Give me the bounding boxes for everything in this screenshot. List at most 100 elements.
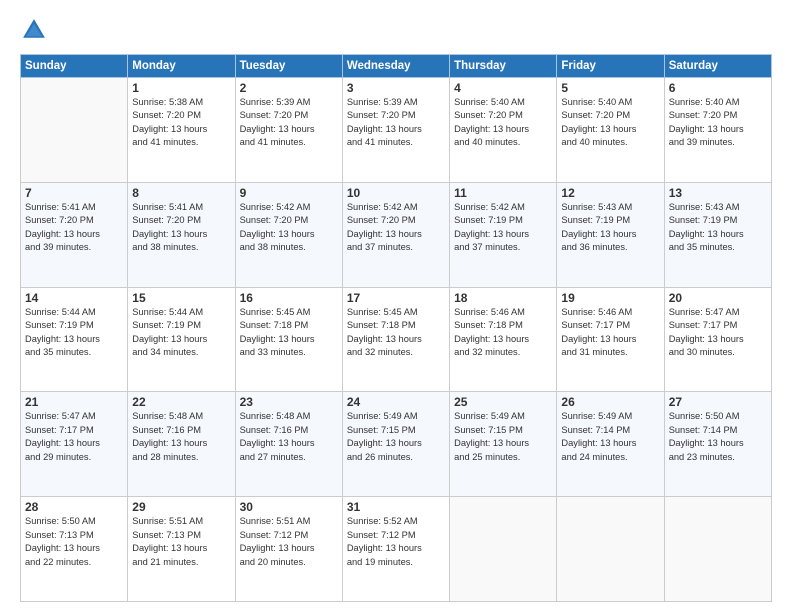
day-number: 22 — [132, 395, 230, 409]
cell-info: Sunrise: 5:46 AM Sunset: 7:17 PM Dayligh… — [561, 306, 659, 360]
col-header-saturday: Saturday — [664, 55, 771, 78]
day-number: 16 — [240, 291, 338, 305]
cell-info: Sunrise: 5:44 AM Sunset: 7:19 PM Dayligh… — [25, 306, 123, 360]
calendar-cell: 31Sunrise: 5:52 AM Sunset: 7:12 PM Dayli… — [342, 497, 449, 602]
day-number: 21 — [25, 395, 123, 409]
day-number: 27 — [669, 395, 767, 409]
cell-info: Sunrise: 5:51 AM Sunset: 7:12 PM Dayligh… — [240, 515, 338, 569]
cell-info: Sunrise: 5:47 AM Sunset: 7:17 PM Dayligh… — [669, 306, 767, 360]
calendar-cell: 27Sunrise: 5:50 AM Sunset: 7:14 PM Dayli… — [664, 392, 771, 497]
page: SundayMondayTuesdayWednesdayThursdayFrid… — [0, 0, 792, 612]
calendar-cell: 7Sunrise: 5:41 AM Sunset: 7:20 PM Daylig… — [21, 182, 128, 287]
day-number: 15 — [132, 291, 230, 305]
day-number: 31 — [347, 500, 445, 514]
calendar-cell: 5Sunrise: 5:40 AM Sunset: 7:20 PM Daylig… — [557, 78, 664, 183]
day-number: 11 — [454, 186, 552, 200]
day-number: 29 — [132, 500, 230, 514]
cell-info: Sunrise: 5:52 AM Sunset: 7:12 PM Dayligh… — [347, 515, 445, 569]
day-number: 5 — [561, 81, 659, 95]
calendar-cell: 16Sunrise: 5:45 AM Sunset: 7:18 PM Dayli… — [235, 287, 342, 392]
day-number: 10 — [347, 186, 445, 200]
cell-info: Sunrise: 5:48 AM Sunset: 7:16 PM Dayligh… — [132, 410, 230, 464]
cell-info: Sunrise: 5:48 AM Sunset: 7:16 PM Dayligh… — [240, 410, 338, 464]
calendar-cell: 19Sunrise: 5:46 AM Sunset: 7:17 PM Dayli… — [557, 287, 664, 392]
calendar-cell: 22Sunrise: 5:48 AM Sunset: 7:16 PM Dayli… — [128, 392, 235, 497]
cell-info: Sunrise: 5:46 AM Sunset: 7:18 PM Dayligh… — [454, 306, 552, 360]
cell-info: Sunrise: 5:40 AM Sunset: 7:20 PM Dayligh… — [454, 96, 552, 150]
calendar-cell — [21, 78, 128, 183]
week-row-1: 1Sunrise: 5:38 AM Sunset: 7:20 PM Daylig… — [21, 78, 772, 183]
header — [20, 16, 772, 44]
col-header-sunday: Sunday — [21, 55, 128, 78]
cell-info: Sunrise: 5:39 AM Sunset: 7:20 PM Dayligh… — [240, 96, 338, 150]
col-header-friday: Friday — [557, 55, 664, 78]
calendar-cell: 26Sunrise: 5:49 AM Sunset: 7:14 PM Dayli… — [557, 392, 664, 497]
calendar-cell: 14Sunrise: 5:44 AM Sunset: 7:19 PM Dayli… — [21, 287, 128, 392]
day-number: 20 — [669, 291, 767, 305]
calendar-cell: 15Sunrise: 5:44 AM Sunset: 7:19 PM Dayli… — [128, 287, 235, 392]
cell-info: Sunrise: 5:41 AM Sunset: 7:20 PM Dayligh… — [25, 201, 123, 255]
calendar-cell — [450, 497, 557, 602]
day-number: 18 — [454, 291, 552, 305]
week-row-4: 21Sunrise: 5:47 AM Sunset: 7:17 PM Dayli… — [21, 392, 772, 497]
calendar-cell: 18Sunrise: 5:46 AM Sunset: 7:18 PM Dayli… — [450, 287, 557, 392]
calendar-cell: 10Sunrise: 5:42 AM Sunset: 7:20 PM Dayli… — [342, 182, 449, 287]
day-number: 14 — [25, 291, 123, 305]
day-number: 19 — [561, 291, 659, 305]
col-header-wednesday: Wednesday — [342, 55, 449, 78]
day-number: 6 — [669, 81, 767, 95]
day-number: 28 — [25, 500, 123, 514]
cell-info: Sunrise: 5:42 AM Sunset: 7:20 PM Dayligh… — [240, 201, 338, 255]
cell-info: Sunrise: 5:49 AM Sunset: 7:15 PM Dayligh… — [454, 410, 552, 464]
day-number: 9 — [240, 186, 338, 200]
cell-info: Sunrise: 5:43 AM Sunset: 7:19 PM Dayligh… — [561, 201, 659, 255]
calendar-header-row: SundayMondayTuesdayWednesdayThursdayFrid… — [21, 55, 772, 78]
cell-info: Sunrise: 5:47 AM Sunset: 7:17 PM Dayligh… — [25, 410, 123, 464]
cell-info: Sunrise: 5:50 AM Sunset: 7:13 PM Dayligh… — [25, 515, 123, 569]
calendar-cell — [664, 497, 771, 602]
calendar-cell: 29Sunrise: 5:51 AM Sunset: 7:13 PM Dayli… — [128, 497, 235, 602]
day-number: 30 — [240, 500, 338, 514]
day-number: 25 — [454, 395, 552, 409]
cell-info: Sunrise: 5:49 AM Sunset: 7:15 PM Dayligh… — [347, 410, 445, 464]
cell-info: Sunrise: 5:45 AM Sunset: 7:18 PM Dayligh… — [347, 306, 445, 360]
day-number: 12 — [561, 186, 659, 200]
calendar-cell: 21Sunrise: 5:47 AM Sunset: 7:17 PM Dayli… — [21, 392, 128, 497]
calendar-cell: 30Sunrise: 5:51 AM Sunset: 7:12 PM Dayli… — [235, 497, 342, 602]
calendar-cell: 1Sunrise: 5:38 AM Sunset: 7:20 PM Daylig… — [128, 78, 235, 183]
calendar-cell: 8Sunrise: 5:41 AM Sunset: 7:20 PM Daylig… — [128, 182, 235, 287]
calendar-cell: 4Sunrise: 5:40 AM Sunset: 7:20 PM Daylig… — [450, 78, 557, 183]
col-header-monday: Monday — [128, 55, 235, 78]
day-number: 3 — [347, 81, 445, 95]
day-number: 24 — [347, 395, 445, 409]
day-number: 1 — [132, 81, 230, 95]
col-header-tuesday: Tuesday — [235, 55, 342, 78]
day-number: 2 — [240, 81, 338, 95]
cell-info: Sunrise: 5:42 AM Sunset: 7:20 PM Dayligh… — [347, 201, 445, 255]
cell-info: Sunrise: 5:38 AM Sunset: 7:20 PM Dayligh… — [132, 96, 230, 150]
week-row-5: 28Sunrise: 5:50 AM Sunset: 7:13 PM Dayli… — [21, 497, 772, 602]
cell-info: Sunrise: 5:51 AM Sunset: 7:13 PM Dayligh… — [132, 515, 230, 569]
cell-info: Sunrise: 5:44 AM Sunset: 7:19 PM Dayligh… — [132, 306, 230, 360]
calendar-cell: 12Sunrise: 5:43 AM Sunset: 7:19 PM Dayli… — [557, 182, 664, 287]
cell-info: Sunrise: 5:50 AM Sunset: 7:14 PM Dayligh… — [669, 410, 767, 464]
day-number: 26 — [561, 395, 659, 409]
calendar-cell: 17Sunrise: 5:45 AM Sunset: 7:18 PM Dayli… — [342, 287, 449, 392]
week-row-3: 14Sunrise: 5:44 AM Sunset: 7:19 PM Dayli… — [21, 287, 772, 392]
cell-info: Sunrise: 5:45 AM Sunset: 7:18 PM Dayligh… — [240, 306, 338, 360]
calendar-cell — [557, 497, 664, 602]
calendar-cell: 9Sunrise: 5:42 AM Sunset: 7:20 PM Daylig… — [235, 182, 342, 287]
day-number: 8 — [132, 186, 230, 200]
day-number: 17 — [347, 291, 445, 305]
logo-icon — [20, 16, 48, 44]
logo — [20, 16, 52, 44]
calendar-cell: 23Sunrise: 5:48 AM Sunset: 7:16 PM Dayli… — [235, 392, 342, 497]
calendar-cell: 25Sunrise: 5:49 AM Sunset: 7:15 PM Dayli… — [450, 392, 557, 497]
cell-info: Sunrise: 5:39 AM Sunset: 7:20 PM Dayligh… — [347, 96, 445, 150]
cell-info: Sunrise: 5:40 AM Sunset: 7:20 PM Dayligh… — [561, 96, 659, 150]
calendar-cell: 6Sunrise: 5:40 AM Sunset: 7:20 PM Daylig… — [664, 78, 771, 183]
cell-info: Sunrise: 5:49 AM Sunset: 7:14 PM Dayligh… — [561, 410, 659, 464]
calendar-cell: 24Sunrise: 5:49 AM Sunset: 7:15 PM Dayli… — [342, 392, 449, 497]
calendar-cell: 28Sunrise: 5:50 AM Sunset: 7:13 PM Dayli… — [21, 497, 128, 602]
cell-info: Sunrise: 5:41 AM Sunset: 7:20 PM Dayligh… — [132, 201, 230, 255]
